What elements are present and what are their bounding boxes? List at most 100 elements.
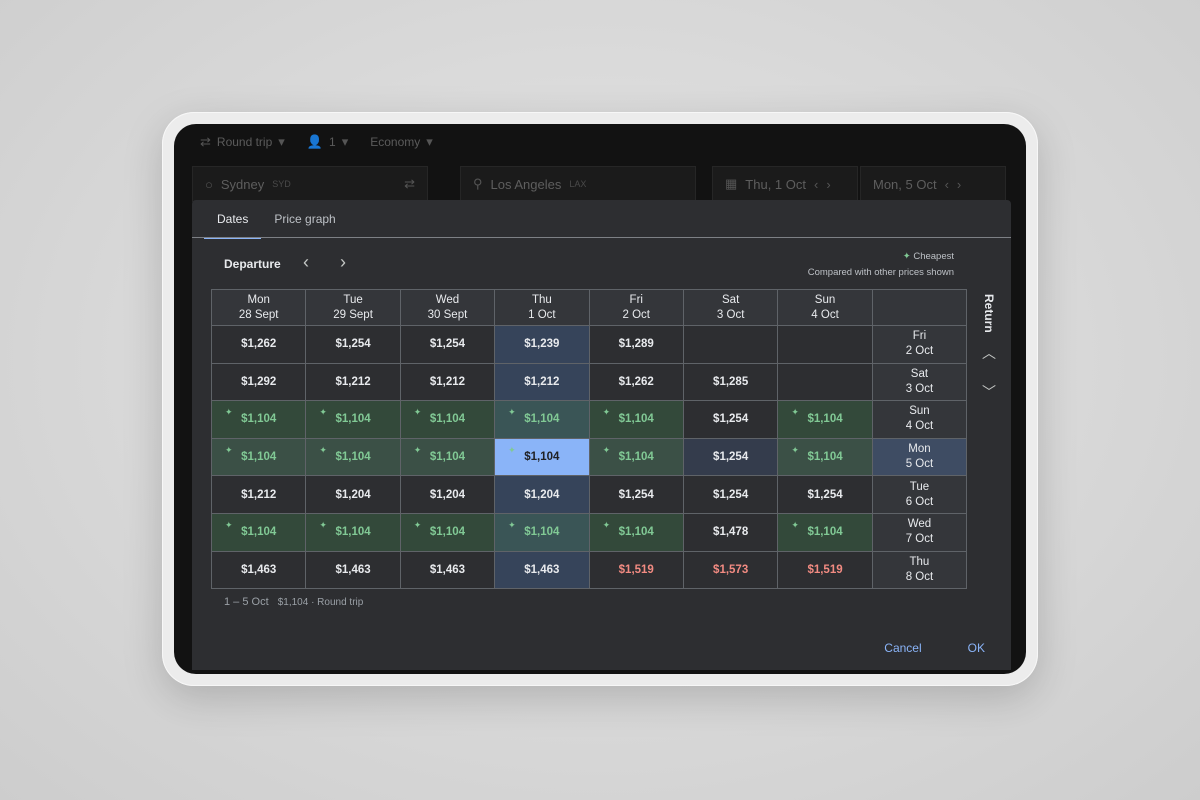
- price-cell[interactable]: ✦ $1,104: [494, 400, 590, 439]
- departure-next-button[interactable]: ›: [332, 252, 354, 274]
- price-cell[interactable]: $1,254: [682, 437, 779, 477]
- price-cell[interactable]: $1,519: [588, 550, 684, 590]
- price-cell[interactable]: $1,573: [682, 550, 779, 590]
- price-cell[interactable]: $1,289: [588, 325, 684, 364]
- price-cell[interactable]: ✦ $1,104: [210, 512, 307, 552]
- destination-field[interactable]: ⚲ Los Angeles LAX: [460, 166, 696, 202]
- grid-row: ✦ $1,104 ✦ $1,104 ✦ $1,104 ✦ $1,104 ✦ $1,104 $1,25…: [210, 437, 968, 477]
- price-value: $1,104: [241, 451, 277, 464]
- price-cell[interactable]: ✦ $1,104: [399, 400, 496, 439]
- header-date: 28 Sept: [238, 308, 279, 321]
- price-cell[interactable]: $1,204: [494, 475, 590, 514]
- price-cell[interactable]: $1,254: [682, 475, 779, 514]
- price-cell[interactable]: ✦ $1,104: [210, 400, 307, 439]
- price-cell: [777, 362, 873, 402]
- price-cell[interactable]: ✦ $1,104: [777, 512, 873, 552]
- row-date: 2 Oct: [905, 345, 934, 358]
- price-cell[interactable]: ✦ $1,104: [210, 437, 307, 477]
- price-cell[interactable]: $1,254: [305, 325, 401, 364]
- price-value: $1,204: [335, 488, 371, 501]
- trip-type-selector[interactable]: ⇄ Round trip ▾: [200, 134, 285, 150]
- sparkle-icon: ✦: [225, 407, 233, 418]
- depart-date-field[interactable]: ▦ Thu, 1 Oct ‹ ›: [712, 166, 858, 202]
- price-value: $1,104: [429, 413, 466, 426]
- price-cell[interactable]: $1,463: [210, 550, 307, 590]
- price-cell[interactable]: $1,212: [399, 362, 496, 402]
- cancel-button[interactable]: Cancel: [884, 641, 921, 655]
- legend-cheapest: Cheapest: [913, 251, 954, 262]
- selection-summary: 1 – 5 Oct $1,104 · Round trip: [224, 596, 363, 608]
- sparkle-icon: ✦: [508, 519, 516, 530]
- price-cell[interactable]: $1,254: [777, 475, 873, 514]
- price-cell[interactable]: ✦ $1,104: [777, 437, 873, 477]
- origin-field[interactable]: ○ Sydney SYD ⇄: [192, 166, 428, 202]
- departure-prev-button[interactable]: ‹: [295, 252, 317, 274]
- price-cell[interactable]: ✦ $1,104: [494, 512, 590, 552]
- price-cell[interactable]: $1,212: [210, 475, 307, 514]
- price-cell[interactable]: ✦ $1,104: [588, 400, 684, 439]
- chevron-right-icon[interactable]: ›: [826, 177, 830, 192]
- ok-button[interactable]: OK: [968, 641, 985, 655]
- price-cell[interactable]: $1,262: [210, 325, 307, 364]
- price-value: $1,519: [807, 563, 843, 576]
- price-value: $1,254: [713, 488, 749, 501]
- return-prev-button[interactable]: ︿: [979, 343, 999, 363]
- tab-dates[interactable]: Dates: [204, 200, 262, 239]
- price-value: $1,254: [713, 451, 749, 464]
- return-date-field[interactable]: Mon, 5 Oct ‹ ›: [860, 166, 1006, 202]
- passenger-selector[interactable]: 👤 1 ▾: [307, 134, 348, 150]
- price-cell[interactable]: $1,212: [305, 362, 401, 402]
- sparkle-icon: ✦: [319, 519, 327, 530]
- price-cell[interactable]: $1,463: [399, 550, 496, 590]
- price-value: $1,204: [524, 488, 560, 501]
- price-value: $1,292: [241, 375, 277, 388]
- price-cell[interactable]: $1,204: [305, 475, 401, 514]
- return-next-button[interactable]: ﹀: [979, 382, 999, 402]
- price-cell[interactable]: $1,463: [305, 550, 401, 590]
- chevron-left-icon[interactable]: ‹: [814, 177, 818, 192]
- price-cell[interactable]: $1,478: [682, 512, 779, 552]
- price-cell[interactable]: $1,212: [494, 362, 590, 402]
- cabin-selector[interactable]: Economy ▾: [370, 134, 433, 150]
- price-cell[interactable]: $1,463: [494, 550, 590, 590]
- price-value: $1,212: [429, 375, 466, 388]
- departure-date-header: Tue 29 Sept: [305, 289, 401, 326]
- price-cell[interactable]: ✦ $1,104: [399, 437, 496, 477]
- price-cell[interactable]: ✦ $1,104: [588, 512, 684, 552]
- tab-price-graph[interactable]: Price graph: [261, 200, 348, 238]
- price-cell[interactable]: $1,285: [682, 362, 779, 402]
- chevron-left-icon[interactable]: ‹: [945, 177, 949, 192]
- swap-direction-icon[interactable]: ⇄: [404, 176, 415, 192]
- price-cell[interactable]: $1,204: [399, 475, 496, 514]
- sparkle-icon: ✦: [602, 444, 611, 455]
- price-value: $1,204: [429, 488, 466, 501]
- price-cell[interactable]: ✦ $1,104: [305, 437, 401, 477]
- price-cell[interactable]: ✦ $1,104: [305, 400, 401, 439]
- price-cell[interactable]: $1,239: [494, 325, 590, 364]
- price-cell[interactable]: $1,292: [210, 362, 307, 402]
- destination-city: Los Angeles: [490, 176, 562, 192]
- price-value: $1,104: [618, 526, 654, 539]
- sparkle-icon: ✦: [225, 519, 233, 530]
- price-value: $1,104: [618, 413, 654, 426]
- price-cell[interactable]: ✦ $1,104: [305, 512, 401, 552]
- price-cell[interactable]: $1,262: [588, 362, 684, 402]
- price-cell[interactable]: $1,254: [399, 325, 496, 364]
- price-cell[interactable]: ✦ $1,104: [777, 400, 873, 439]
- price-cell[interactable]: $1,254: [588, 475, 684, 514]
- dialog-tabs: Dates Price graph: [204, 200, 349, 239]
- price-value: $1,104: [807, 526, 843, 539]
- destination-code: LAX: [569, 179, 587, 189]
- selected-price-cell[interactable]: ✦ $1,104: [494, 437, 590, 477]
- price-cell[interactable]: ✦ $1,104: [399, 512, 496, 552]
- price-cell[interactable]: $1,254: [682, 400, 779, 439]
- price-cell[interactable]: $1,519: [777, 550, 873, 590]
- chevron-right-icon[interactable]: ›: [957, 177, 961, 192]
- chevron-down-icon: ﹀: [982, 384, 996, 400]
- price-cell[interactable]: ✦ $1,104: [588, 437, 684, 477]
- sparkle-icon: ✦: [225, 444, 233, 455]
- grid-row: $1,212 $1,204 $1,204 $1,204 $1,254 $1,254 $1,2…: [210, 475, 968, 514]
- sparkle-icon: ✦: [902, 251, 911, 262]
- price-value: $1,104: [524, 526, 560, 539]
- sparkle-icon: ✦: [319, 407, 327, 418]
